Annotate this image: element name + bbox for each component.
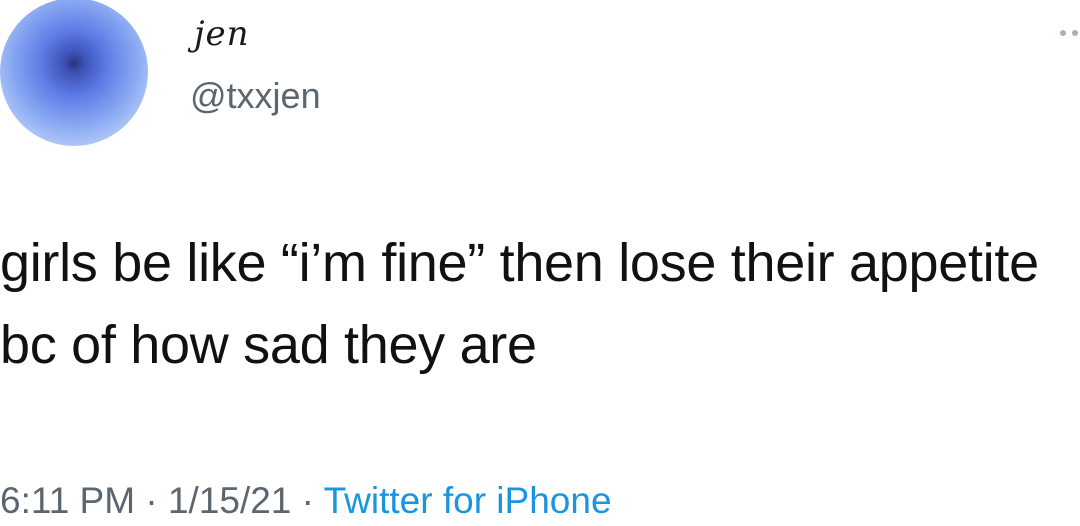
separator: ·	[291, 480, 324, 521]
tweet-text: girls be like “i’m fine” then lose their…	[0, 233, 1039, 375]
separator: ·	[135, 480, 168, 521]
tweet-date[interactable]: 1/15/21	[168, 480, 291, 521]
tweet-time: 6:11 PM	[0, 480, 136, 521]
user-handle[interactable]: @txxjen	[190, 74, 321, 118]
display-name[interactable]: jen	[194, 14, 250, 54]
tweet-source-link[interactable]: Twitter for iPhone	[324, 480, 612, 521]
avatar[interactable]	[0, 0, 148, 146]
more-options-icon[interactable]	[1058, 24, 1080, 40]
tweet-metadata: 6:11 PM · 1/15/21 · Twitter for iPhone	[0, 476, 612, 526]
